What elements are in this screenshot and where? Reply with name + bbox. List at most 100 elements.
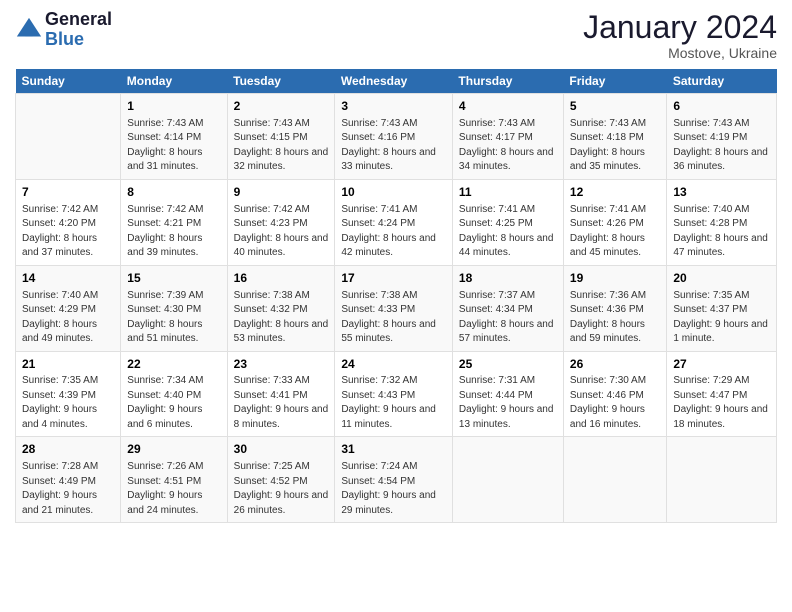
day-number: 2	[234, 98, 329, 115]
day-number: 28	[22, 441, 114, 458]
day-number: 5	[570, 98, 660, 115]
calendar-cell	[667, 437, 777, 523]
calendar-cell: 21Sunrise: 7:35 AMSunset: 4:39 PMDayligh…	[16, 351, 121, 437]
day-info: Sunrise: 7:34 AMSunset: 4:40 PMDaylight:…	[127, 374, 220, 432]
day-info: Sunrise: 7:38 AMSunset: 4:32 PMDaylight:…	[234, 289, 329, 347]
calendar-cell: 17 Sunrise: 7:38 AMSunset: 4:33 PMDayligh…	[335, 265, 453, 351]
calendar-cell: 13Sunrise: 7:40 AMSunset: 4:28 PMDayligh…	[667, 179, 777, 265]
day-number: 23	[234, 356, 329, 373]
day-number: 31	[341, 441, 446, 458]
calendar-cell: 30 Sunrise: 7:25 AMSunset: 4:52 PMDayligh…	[227, 437, 335, 523]
logo-line2: Blue	[45, 30, 112, 50]
calendar-cell: 3 Sunrise: 7:43 AMSunset: 4:16 PMDaylight…	[335, 94, 453, 180]
day-info: Sunrise: 7:43 AMSunset: 4:17 PMDaylight:…	[459, 117, 557, 175]
day-info: Sunrise: 7:35 AMSunset: 4:39 PMDaylight:…	[22, 374, 114, 432]
day-info: Sunrise: 7:43 AMSunset: 4:16 PMDaylight:…	[341, 117, 446, 175]
day-number: 15	[127, 270, 220, 287]
calendar-cell: 11 Sunrise: 7:41 AMSunset: 4:25 PMDayligh…	[452, 179, 563, 265]
main-container: General Blue January 2024 Mostove, Ukrai…	[0, 0, 792, 533]
header: General Blue January 2024 Mostove, Ukrai…	[15, 10, 777, 61]
calendar-row-4: 21Sunrise: 7:35 AMSunset: 4:39 PMDayligh…	[16, 351, 777, 437]
calendar-cell: 9Sunrise: 7:42 AMSunset: 4:23 PMDaylight…	[227, 179, 335, 265]
day-number: 17	[341, 270, 446, 287]
calendar-cell: 7 Sunrise: 7:42 AMSunset: 4:20 PMDaylight…	[16, 179, 121, 265]
day-number: 26	[570, 356, 660, 373]
header-row: Sunday Monday Tuesday Wednesday Thursday…	[16, 69, 777, 94]
calendar-cell: 4 Sunrise: 7:43 AMSunset: 4:17 PMDaylight…	[452, 94, 563, 180]
calendar-cell: 27Sunrise: 7:29 AMSunset: 4:47 PMDayligh…	[667, 351, 777, 437]
day-info: Sunrise: 7:38 AMSunset: 4:33 PMDaylight:…	[341, 289, 446, 347]
calendar-row-5: 28Sunrise: 7:28 AMSunset: 4:49 PMDayligh…	[16, 437, 777, 523]
day-number: 20	[673, 270, 770, 287]
day-info: Sunrise: 7:42 AMSunset: 4:20 PMDaylight:…	[22, 203, 114, 261]
day-info: Sunrise: 7:37 AMSunset: 4:34 PMDaylight:…	[459, 289, 557, 347]
calendar-cell: 2 Sunrise: 7:43 AMSunset: 4:15 PMDaylight…	[227, 94, 335, 180]
calendar-cell: 22Sunrise: 7:34 AMSunset: 4:40 PMDayligh…	[121, 351, 227, 437]
calendar-cell: 19 Sunrise: 7:36 AMSunset: 4:36 PMDayligh…	[563, 265, 666, 351]
col-saturday: Saturday	[667, 69, 777, 94]
day-info: Sunrise: 7:43 AMSunset: 4:14 PMDaylight:…	[127, 117, 220, 175]
day-number: 10	[341, 184, 446, 201]
day-number: 19	[570, 270, 660, 287]
day-info: Sunrise: 7:29 AMSunset: 4:47 PMDaylight:…	[673, 374, 770, 432]
day-info: Sunrise: 7:41 AMSunset: 4:25 PMDaylight:…	[459, 203, 557, 261]
day-number: 9	[234, 184, 329, 201]
calendar-cell: 1 Sunrise: 7:43 AMSunset: 4:14 PMDaylight…	[121, 94, 227, 180]
calendar-cell: 15 Sunrise: 7:39 AMSunset: 4:30 PMDayligh…	[121, 265, 227, 351]
calendar-row-2: 7 Sunrise: 7:42 AMSunset: 4:20 PMDaylight…	[16, 179, 777, 265]
day-number: 6	[673, 98, 770, 115]
logo-line1: General	[45, 10, 112, 30]
day-number: 3	[341, 98, 446, 115]
day-info: Sunrise: 7:42 AMSunset: 4:21 PMDaylight:…	[127, 203, 220, 261]
day-number: 13	[673, 184, 770, 201]
logo-text: General Blue	[45, 10, 112, 50]
logo: General Blue	[15, 10, 112, 50]
col-monday: Monday	[121, 69, 227, 94]
calendar-body: 1 Sunrise: 7:43 AMSunset: 4:14 PMDaylight…	[16, 94, 777, 523]
day-number: 7	[22, 184, 114, 201]
subtitle: Mostove, Ukraine	[583, 45, 777, 61]
calendar-cell: 14 Sunrise: 7:40 AMSunset: 4:29 PMDayligh…	[16, 265, 121, 351]
day-number: 11	[459, 184, 557, 201]
col-wednesday: Wednesday	[335, 69, 453, 94]
day-number: 25	[459, 356, 557, 373]
day-info: Sunrise: 7:41 AMSunset: 4:26 PMDaylight:…	[570, 203, 660, 261]
day-number: 16	[234, 270, 329, 287]
day-info: Sunrise: 7:32 AMSunset: 4:43 PMDaylight:…	[341, 374, 446, 432]
calendar-cell: 5 Sunrise: 7:43 AMSunset: 4:18 PMDaylight…	[563, 94, 666, 180]
col-sunday: Sunday	[16, 69, 121, 94]
day-info: Sunrise: 7:41 AMSunset: 4:24 PMDaylight:…	[341, 203, 446, 261]
day-info: Sunrise: 7:40 AMSunset: 4:29 PMDaylight:…	[22, 289, 114, 347]
calendar-cell	[452, 437, 563, 523]
day-number: 4	[459, 98, 557, 115]
day-info: Sunrise: 7:31 AMSunset: 4:44 PMDaylight:…	[459, 374, 557, 432]
day-info: Sunrise: 7:35 AMSunset: 4:37 PMDaylight:…	[673, 289, 770, 347]
calendar-cell: 29Sunrise: 7:26 AMSunset: 4:51 PMDayligh…	[121, 437, 227, 523]
day-number: 12	[570, 184, 660, 201]
calendar-cell: 20 Sunrise: 7:35 AMSunset: 4:37 PMDayligh…	[667, 265, 777, 351]
calendar-row-3: 14 Sunrise: 7:40 AMSunset: 4:29 PMDayligh…	[16, 265, 777, 351]
main-title: January 2024	[583, 10, 777, 45]
day-info: Sunrise: 7:26 AMSunset: 4:51 PMDaylight:…	[127, 460, 220, 518]
title-block: January 2024 Mostove, Ukraine	[583, 10, 777, 61]
day-number: 21	[22, 356, 114, 373]
calendar-cell: 18 Sunrise: 7:37 AMSunset: 4:34 PMDayligh…	[452, 265, 563, 351]
day-info: Sunrise: 7:43 AMSunset: 4:15 PMDaylight:…	[234, 117, 329, 175]
calendar-table: Sunday Monday Tuesday Wednesday Thursday…	[15, 69, 777, 523]
calendar-cell: 31Sunrise: 7:24 AMSunset: 4:54 PMDayligh…	[335, 437, 453, 523]
day-number: 30	[234, 441, 329, 458]
day-number: 14	[22, 270, 114, 287]
day-number: 27	[673, 356, 770, 373]
day-number: 1	[127, 98, 220, 115]
day-info: Sunrise: 7:39 AMSunset: 4:30 PMDaylight:…	[127, 289, 220, 347]
calendar-cell: 10 Sunrise: 7:41 AMSunset: 4:24 PMDayligh…	[335, 179, 453, 265]
day-info: Sunrise: 7:36 AMSunset: 4:36 PMDaylight:…	[570, 289, 660, 347]
day-info: Sunrise: 7:43 AMSunset: 4:18 PMDaylight:…	[570, 117, 660, 175]
col-tuesday: Tuesday	[227, 69, 335, 94]
day-number: 18	[459, 270, 557, 287]
col-thursday: Thursday	[452, 69, 563, 94]
calendar-cell: 12 Sunrise: 7:41 AMSunset: 4:26 PMDayligh…	[563, 179, 666, 265]
day-info: Sunrise: 7:33 AMSunset: 4:41 PMDaylight:…	[234, 374, 329, 432]
col-friday: Friday	[563, 69, 666, 94]
day-info: Sunrise: 7:25 AMSunset: 4:52 PMDaylight:…	[234, 460, 329, 518]
